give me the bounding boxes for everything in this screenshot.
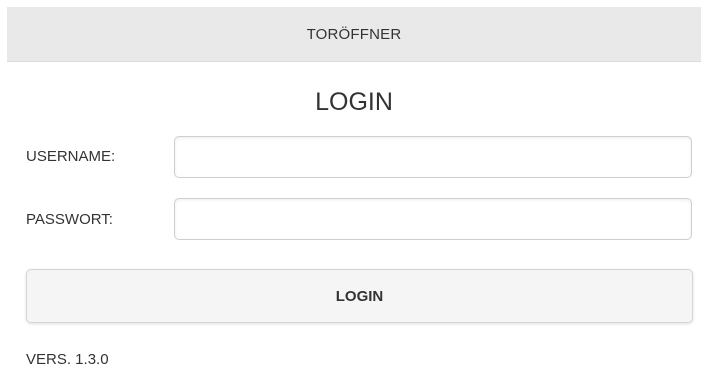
app-screen: TORÖFFNER LOGIN USERNAME: PASSWORT: LOGI… <box>7 7 701 374</box>
app-title: TORÖFFNER <box>306 25 402 43</box>
app-header: TORÖFFNER <box>7 7 701 62</box>
password-label: PASSWORT: <box>26 211 113 228</box>
login-title: LOGIN <box>315 88 393 116</box>
password-input[interactable] <box>174 198 692 240</box>
version-text: VERS. 1.3.0 <box>26 351 109 368</box>
username-input[interactable] <box>174 136 692 178</box>
login-button[interactable]: LOGIN <box>26 269 693 323</box>
username-label: USERNAME: <box>26 148 116 165</box>
login-button-label: LOGIN <box>335 287 384 305</box>
